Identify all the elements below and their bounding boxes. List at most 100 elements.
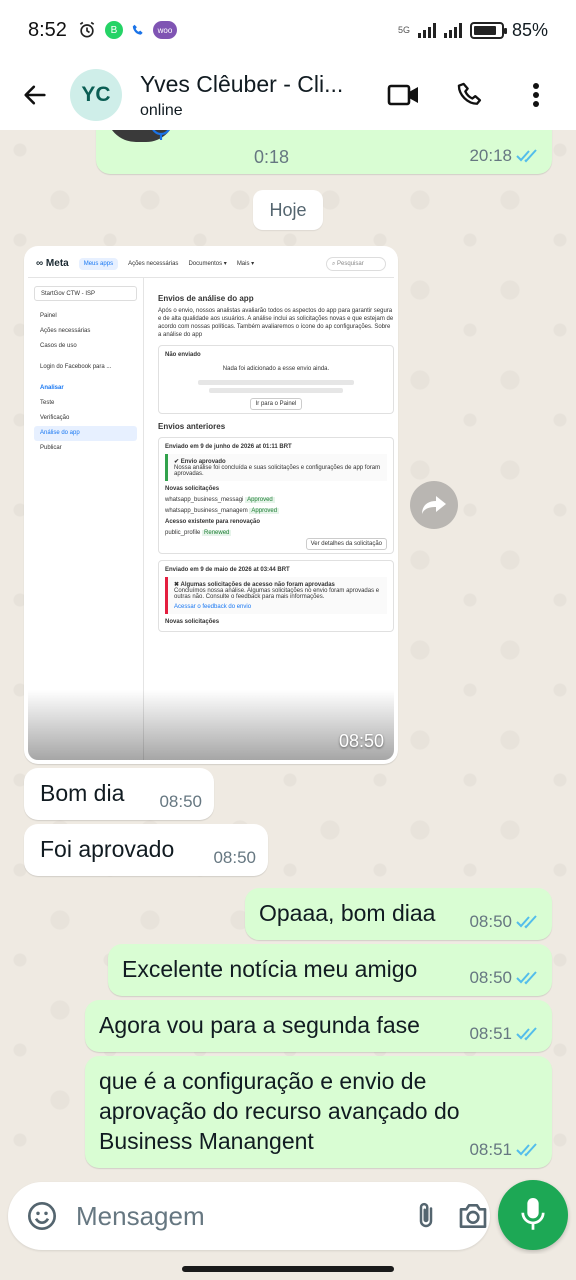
meta-side-item: Analisar — [40, 385, 64, 391]
header-actions — [382, 73, 576, 117]
emoji-button[interactable] — [26, 1196, 58, 1236]
camera-icon — [459, 1204, 487, 1228]
message-outgoing[interactable]: Excelente notícia meu amigo 08:50 — [108, 944, 552, 996]
meta-existing: Acesso existente para renovação — [165, 519, 261, 525]
meta-side-item: Publicar — [40, 445, 62, 451]
image-time: 08:50 — [338, 731, 384, 751]
paperclip-icon — [419, 1202, 433, 1228]
message-time: 08:51 — [469, 1024, 512, 1043]
message-text: Bom dia — [40, 780, 125, 806]
system-nav-bar — [0, 1254, 576, 1280]
attach-button[interactable] — [411, 1196, 441, 1236]
phone-icon — [457, 82, 482, 105]
forward-icon — [422, 496, 446, 514]
message-text: Excelente notícia meu amigo — [122, 956, 418, 982]
meta-side-item: Painel — [40, 313, 57, 319]
meta-nav-item: Documentos ▾ — [188, 261, 227, 267]
camera-button[interactable] — [457, 1196, 489, 1236]
woo-notif-icon: woo — [152, 21, 177, 39]
message-meta: 08:50 — [469, 968, 540, 988]
meta-previous: Envios anteriores — [158, 422, 226, 431]
meta-badge: Approved — [249, 508, 280, 514]
meta-sent-date: Enviado em 9 de junho de 2026 at 01:11 B… — [165, 444, 292, 450]
date-divider: Hoje — [253, 190, 323, 230]
meta-card-sent1: Enviado em 9 de junho de 2026 at 01:11 B… — [158, 437, 394, 554]
meta-go-panel: Ir para o Painel — [249, 398, 303, 410]
read-ticks-icon — [516, 149, 537, 163]
more-options-button[interactable] — [514, 73, 558, 117]
meta-side-item: Verificação — [40, 415, 70, 421]
signal-icon — [417, 22, 436, 38]
more-vertical-icon — [533, 83, 539, 107]
battery-percent: 85% — [511, 19, 548, 40]
message-text: Opaaa, bom diaa — [259, 900, 436, 926]
battery-icon — [469, 21, 507, 39]
meta-card-title: Não enviado — [165, 352, 201, 358]
message-composer — [8, 1182, 490, 1250]
meta-feedback-link: Acessar o feedback do envio — [174, 604, 252, 610]
meta-rejected-box: ✖ Algumas solicitações de acesso não for… — [165, 577, 387, 614]
read-ticks-icon — [516, 1143, 537, 1157]
app-selector: StartGov CTW - ISP — [34, 286, 137, 301]
voice-call-button[interactable] — [448, 73, 492, 117]
signal-icon-2 — [443, 22, 462, 38]
meta-approved-box: ✔ Envio aprovado Nossa análise foi concl… — [165, 454, 387, 481]
message-time: 08:50 — [469, 912, 512, 931]
status-left-icons: B woo — [77, 20, 177, 40]
meta-badge: Approved — [245, 497, 275, 503]
message-incoming[interactable]: Bom dia 08:50 — [24, 768, 214, 820]
contact-avatar[interactable]: YC — [70, 69, 122, 121]
message-meta: 08:50 — [213, 848, 256, 868]
meta-details-button: Ver detalhes da solicitação — [305, 538, 387, 550]
message-meta: 20:18 — [469, 146, 540, 166]
microphone-icon — [521, 1198, 545, 1230]
audio-duration: 0:18 — [254, 147, 290, 167]
message-outgoing[interactable]: que é a configuração e envio de aprovaçã… — [85, 1056, 552, 1168]
message-meta: 08:50 — [159, 792, 202, 812]
message-time: 08:51 — [469, 1140, 512, 1159]
message-text: Foi aprovado — [40, 836, 175, 862]
audio-message[interactable]: 0:18 20:18 — [96, 130, 552, 174]
meta-topbar: ∞ Meta Meus apps Ações necessárias Docum… — [28, 250, 394, 278]
message-outgoing[interactable]: Agora vou para a segunda fase 08:51 — [85, 1000, 552, 1052]
meta-side-item: Ações necessárias — [40, 328, 91, 334]
read-ticks-icon — [516, 971, 537, 985]
message-meta: 08:50 — [469, 912, 540, 932]
read-ticks-icon — [516, 915, 537, 929]
meta-new-requests: Novas solicitações — [165, 486, 220, 492]
screenshot-image[interactable]: ∞ Meta Meus apps Ações necessárias Docum… — [28, 250, 394, 760]
meta-card-text: Nada foi adicionado a esse envio ainda. — [222, 366, 330, 372]
video-camera-icon — [387, 84, 418, 106]
image-message[interactable]: ∞ Meta Meus apps Ações necessárias Docum… — [24, 246, 398, 764]
meta-rejected-text: Concluímos nossa análise. Algumas solici… — [174, 588, 380, 600]
whatsapp-business-notif-icon: B — [104, 21, 123, 39]
alarm-icon — [79, 21, 95, 38]
message-incoming[interactable]: Foi aprovado 08:50 — [24, 824, 268, 876]
meta-approved-text: Nossa análise foi concluída e suas solic… — [174, 465, 381, 477]
meta-req: whatsapp_business_managem — [165, 508, 248, 514]
back-button[interactable] — [0, 60, 70, 130]
meta-nav-item: Meus apps — [78, 257, 119, 270]
status-time: 8:52 — [28, 18, 67, 41]
message-input[interactable] — [76, 1200, 411, 1232]
video-call-button[interactable] — [382, 73, 426, 117]
forward-button[interactable] — [410, 481, 458, 529]
meta-card-not-sent: Não enviado Nada foi adicionado a esse e… — [158, 345, 394, 414]
contact-info[interactable]: Yves Clêuber - Cli... online — [140, 71, 382, 120]
meta-page-title: Envios de análise do app — [158, 294, 254, 303]
contact-status: online — [140, 101, 183, 119]
meta-new-requests: Novas solicitações — [165, 619, 220, 625]
message-text: que é a configuração e envio de aprovaçã… — [99, 1068, 460, 1154]
meta-sent-date: Enviado em 9 de maio de 2026 at 03:44 BR… — [165, 567, 290, 573]
emoji-icon — [28, 1202, 56, 1230]
message-meta: 08:51 — [469, 1140, 540, 1160]
arrow-left-icon — [24, 85, 46, 105]
meta-sidebar: StartGov CTW - ISP Painel Ações necessár… — [28, 278, 144, 760]
message-outgoing[interactable]: Opaaa, bom diaa 08:50 — [245, 888, 552, 940]
meta-intro: Após o envio, nossos analistas avaliarão… — [158, 308, 394, 338]
chat-area[interactable]: 0:18 20:18 Hoje ∞ Meta Meus apps Ações n… — [0, 130, 576, 1180]
voice-record-button[interactable] — [498, 1180, 568, 1250]
home-gesture-bar[interactable] — [182, 1266, 394, 1272]
mic-icon — [152, 130, 170, 140]
contact-name: Yves Clêuber - Cli... — [140, 70, 344, 97]
